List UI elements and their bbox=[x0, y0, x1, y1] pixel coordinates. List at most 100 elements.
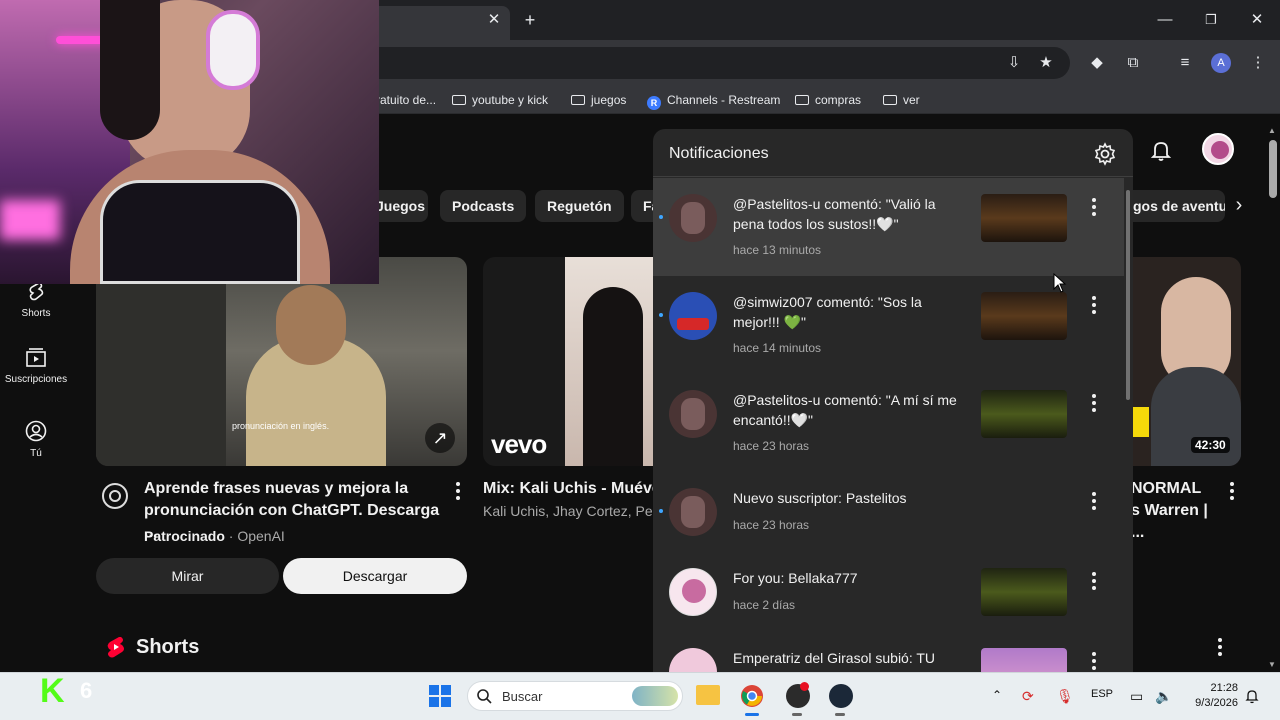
new-tab-icon[interactable]: + bbox=[515, 8, 545, 32]
notification-item[interactable]: Emperatriz del Girasol subió: TU bbox=[653, 632, 1125, 672]
show-hidden-icons-icon[interactable]: ⌃ bbox=[992, 688, 1002, 702]
notification-menu-icon[interactable] bbox=[1091, 492, 1097, 510]
language-indicator[interactable]: ESP bbox=[1091, 688, 1113, 700]
neon-glow-shape bbox=[0, 200, 60, 240]
running-app-indicator bbox=[835, 713, 845, 716]
obs-icon[interactable] bbox=[786, 682, 810, 708]
video-menu-icon[interactable] bbox=[1229, 482, 1235, 500]
sidebar-item-you[interactable]: Tú bbox=[0, 420, 72, 459]
bookmark-folder-juegos[interactable]: juegos bbox=[571, 91, 626, 109]
notification-avatar bbox=[669, 648, 717, 672]
video-subtitle: pronunciación en inglés. bbox=[232, 421, 330, 431]
clock[interactable]: 21:28 9/3/2026 bbox=[1188, 681, 1238, 711]
media-control-icon[interactable]: ≡ bbox=[1173, 52, 1197, 74]
notification-text: @simwiz007 comentó: "Sos la mejor!!! 💚" bbox=[733, 294, 922, 330]
notification-menu-icon[interactable] bbox=[1091, 296, 1097, 314]
sidebar-item-label: Tú bbox=[30, 448, 42, 459]
external-link-icon[interactable]: ↗ bbox=[425, 423, 455, 453]
close-tab-icon[interactable]: ✕ bbox=[479, 8, 509, 32]
video-title-mix[interactable]: Mix: Kali Uchis - Muével bbox=[483, 478, 653, 500]
notification-menu-icon[interactable] bbox=[1091, 198, 1097, 216]
notification-avatar bbox=[669, 568, 717, 616]
scroll-up-arrow-icon[interactable]: ▲ bbox=[1268, 126, 1276, 135]
notification-time: hace 13 minutos bbox=[733, 243, 822, 257]
notification-menu-icon[interactable] bbox=[1091, 652, 1097, 670]
video-menu-icon[interactable] bbox=[455, 482, 461, 500]
extension-diamond-icon[interactable]: ◆ bbox=[1085, 52, 1109, 74]
notifications-bell-icon[interactable] bbox=[1149, 138, 1173, 162]
bookmark-folder-ver[interactable]: ver bbox=[883, 91, 920, 109]
restore-window-icon[interactable]: ❐ bbox=[1196, 8, 1226, 32]
video-meta-mix: Kali Uchis, Jhay Cortez, Pes bbox=[483, 503, 653, 519]
network-icon[interactable]: ▭ bbox=[1130, 688, 1143, 705]
chip-juegos[interactable]: Juegos bbox=[372, 190, 428, 222]
chrome-icon[interactable] bbox=[740, 684, 764, 708]
notifications-title: Notificaciones bbox=[669, 145, 769, 162]
notification-avatar bbox=[669, 390, 717, 438]
volume-icon[interactable]: 🔈 bbox=[1155, 688, 1172, 705]
notifications-scrollbar-thumb[interactable] bbox=[1126, 190, 1130, 400]
page-scrollbar-thumb[interactable] bbox=[1269, 140, 1277, 198]
steam-icon[interactable] bbox=[829, 684, 853, 708]
chevron-right-icon[interactable]: › bbox=[1228, 193, 1250, 217]
notification-item[interactable]: @Pastelitos-u comentó: "A mí sí me encan… bbox=[653, 374, 1125, 472]
bookmark-item[interactable]: ratuito de... bbox=[376, 91, 436, 109]
bookmark-folder-compras[interactable]: compras bbox=[795, 91, 861, 109]
install-app-icon[interactable]: ⇩ bbox=[1002, 52, 1026, 74]
notification-text: @Pastelitos-u comentó: "A mí sí me encan… bbox=[733, 392, 957, 428]
scroll-down-arrow-icon[interactable]: ▼ bbox=[1268, 660, 1276, 669]
notification-item[interactable]: Nuevo suscriptor: Pastelitos hace 23 hor… bbox=[653, 472, 1125, 552]
video-title-right[interactable]: NORMAL s Warren | ... bbox=[1131, 478, 1221, 544]
microphone-icon[interactable]: 🎙 bbox=[1056, 688, 1074, 705]
notifications-panel: Notificaciones @Pastelitos-u comentó: "V… bbox=[653, 129, 1133, 672]
bookmark-folder-youtube-kick[interactable]: youtube y kick bbox=[452, 91, 548, 109]
video-thumbnail[interactable]: pronunciación en inglés. ↗ bbox=[96, 257, 467, 466]
file-explorer-icon[interactable] bbox=[696, 685, 720, 705]
taskbar-search[interactable]: Buscar bbox=[467, 681, 683, 711]
notification-text: Emperatriz del Girasol subió: TU bbox=[733, 650, 936, 666]
gear-icon[interactable] bbox=[1093, 142, 1117, 166]
notification-menu-icon[interactable] bbox=[1091, 394, 1097, 412]
chrome-menu-icon[interactable]: ⋮ bbox=[1246, 52, 1270, 74]
chip-aventuras[interactable]: gos de aventur bbox=[1131, 190, 1225, 222]
hair-shape bbox=[100, 0, 160, 140]
unread-dot bbox=[659, 313, 663, 317]
notification-item[interactable]: @Pastelitos-u comentó: "Valió la pena to… bbox=[653, 178, 1125, 276]
address-bar[interactable] bbox=[360, 47, 1070, 79]
bookmark-restream[interactable]: R Channels - Restream bbox=[647, 91, 780, 110]
person-head-shape bbox=[276, 285, 346, 365]
notification-menu-icon[interactable] bbox=[1091, 572, 1097, 590]
bookmark-star-icon[interactable]: ★ bbox=[1034, 52, 1058, 74]
video-thumbnail-mix[interactable]: vevo bbox=[483, 257, 663, 466]
profile-avatar[interactable]: A bbox=[1211, 53, 1231, 73]
notification-center-bell-icon[interactable] bbox=[1244, 688, 1260, 704]
vevo-logo: vevo bbox=[491, 429, 547, 459]
download-button[interactable]: Descargar bbox=[283, 558, 467, 594]
unread-dot bbox=[659, 509, 663, 513]
close-window-icon[interactable]: ✕ bbox=[1242, 8, 1272, 32]
shorts-menu-icon[interactable] bbox=[1217, 638, 1223, 656]
page-scrollbar[interactable] bbox=[1266, 129, 1280, 672]
notification-item[interactable]: For you: Bellaka777 hace 2 días bbox=[653, 552, 1125, 632]
chip-podcasts[interactable]: Podcasts bbox=[440, 190, 527, 222]
sidebar-item-shorts[interactable]: Shorts bbox=[0, 280, 72, 319]
notification-time: hace 23 horas bbox=[733, 439, 810, 453]
windows-start-icon[interactable] bbox=[428, 684, 452, 708]
notification-time: hace 14 minutos bbox=[733, 341, 822, 355]
sidebar-item-label: Suscripciones bbox=[4, 374, 68, 385]
youtube-account-avatar[interactable] bbox=[1202, 133, 1234, 165]
video-meta: Patrocinado · OpenAI bbox=[144, 528, 285, 544]
sidebar-item-subscriptions[interactable]: Suscripciones bbox=[0, 346, 72, 385]
unread-dot bbox=[659, 215, 663, 219]
extensions-puzzle-icon[interactable]: ⧉ bbox=[1121, 52, 1145, 74]
chip-partial[interactable]: Fa bbox=[631, 190, 655, 222]
folder-icon bbox=[883, 95, 897, 105]
chip-regueton[interactable]: Reguetón bbox=[535, 190, 624, 222]
search-highlight-image bbox=[632, 686, 678, 706]
watch-button[interactable]: Mirar bbox=[96, 558, 279, 594]
folder-icon bbox=[795, 95, 809, 105]
sync-icon[interactable]: ⟳ bbox=[1022, 688, 1034, 705]
notification-thumbnail bbox=[981, 568, 1067, 616]
minimize-window-icon[interactable]: — bbox=[1150, 8, 1180, 32]
video-thumbnail-right[interactable]: 42:30 bbox=[1131, 257, 1241, 466]
